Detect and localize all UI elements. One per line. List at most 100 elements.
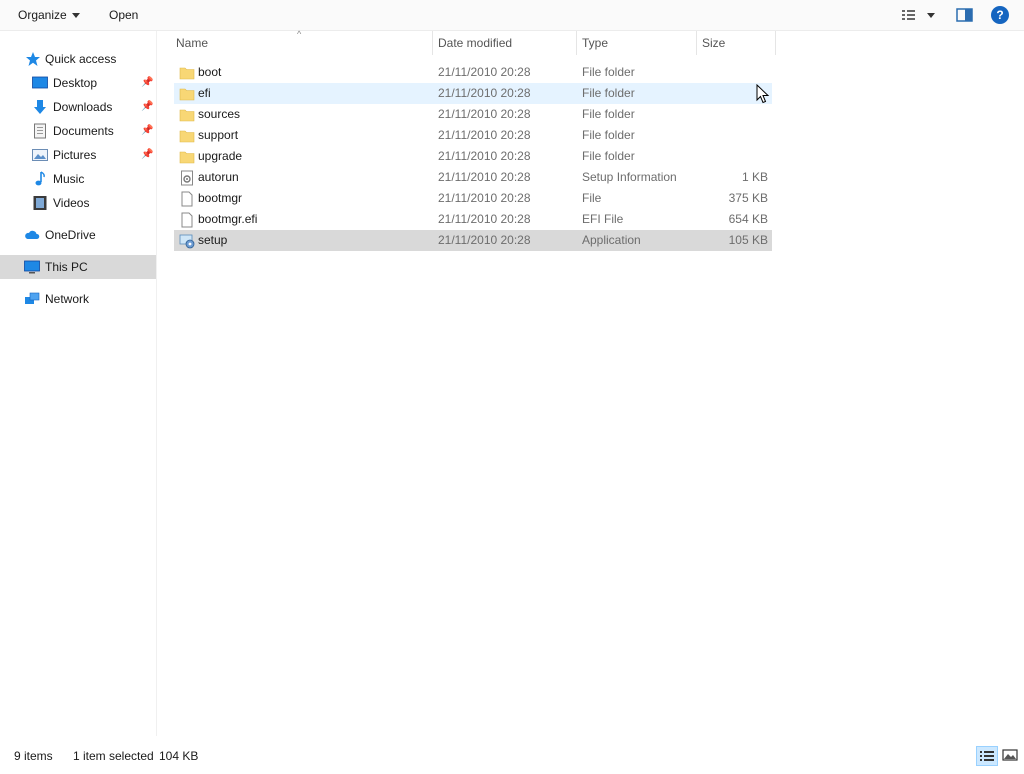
details-view-button[interactable] [976,746,998,766]
file-row[interactable]: efi 21/11/2010 20:28 File folder [174,83,772,104]
file-row[interactable]: upgrade 21/11/2010 20:28 File folder [174,146,772,167]
file-type: File [582,191,602,205]
mouse-cursor-icon [756,84,770,104]
file-date: 21/11/2010 20:28 [438,65,531,79]
nav-item-label: Desktop [53,76,98,90]
details-view-icon [902,10,935,20]
network-icon [25,292,40,304]
organize-button[interactable]: Organize [12,0,86,30]
column-name-label: Name [176,36,209,50]
nav-onedrive-label: OneDrive [45,228,96,242]
file-date: 21/11/2010 20:28 [438,170,531,184]
nav-item-label: Documents [53,124,114,138]
file-date: 21/11/2010 20:28 [438,233,531,247]
file-row[interactable]: bootmgr.efi 21/11/2010 20:28 EFI File 65… [174,209,772,230]
file-row[interactable]: boot 21/11/2010 20:28 File folder [174,62,772,83]
folder-icon [179,67,195,80]
star-icon [26,52,40,66]
file-date: 21/11/2010 20:28 [438,107,531,121]
selection-size: 104 KB [159,749,199,763]
nav-quick-access-label: Quick access [45,52,117,66]
nav-item-label: Videos [53,196,90,210]
music-icon [35,171,45,186]
file-row[interactable]: bootmgr 21/11/2010 20:28 File 375 KB [174,188,772,209]
videos-icon [33,196,47,210]
file-size: 105 KB [728,233,768,247]
file-icon [181,191,193,207]
nav-item-documents[interactable]: Documents 📌 [0,119,156,143]
file-name: bootmgr [198,191,243,205]
help-icon: ? [991,6,1009,24]
file-date: 21/11/2010 20:28 [438,128,531,142]
chevron-down-icon [71,13,80,19]
nav-network-label: Network [45,292,90,306]
change-view-button[interactable] [898,0,940,30]
file-date: 21/11/2010 20:28 [438,191,531,205]
help-button[interactable]: ? [987,0,1013,30]
file-name: efi [198,86,211,100]
nav-this-pc-label: This PC [45,260,88,274]
cloud-icon [25,230,40,239]
pictures-icon [32,149,48,161]
column-divider[interactable] [775,31,776,55]
large-icons-view-button[interactable] [1000,746,1022,766]
nav-item-label: Downloads [53,100,113,114]
file-date: 21/11/2010 20:28 [438,212,531,226]
settings-file-icon [181,170,193,186]
setup-app-icon [179,234,195,249]
folder-icon [179,88,195,101]
file-size: 1 KB [741,170,768,184]
file-name: bootmgr.efi [198,212,258,226]
preview-pane-button[interactable] [953,0,977,30]
folder-icon [179,130,195,143]
file-name: setup [198,233,228,247]
computer-icon [24,260,40,274]
preview-pane-icon [956,8,973,22]
file-type: File folder [582,65,635,79]
file-size: 654 KB [728,212,768,226]
file-row[interactable]: sources 21/11/2010 20:28 File folder [174,104,772,125]
file-type: File folder [582,149,635,163]
nav-onedrive[interactable]: OneDrive [0,223,156,247]
column-name-header[interactable]: Name [170,31,432,55]
file-type: File folder [582,107,635,121]
details-view-icon [980,751,994,761]
documents-icon [34,123,46,139]
nav-item-downloads[interactable]: Downloads 📌 [0,95,156,119]
nav-item-pictures[interactable]: Pictures 📌 [0,143,156,167]
folder-icon [179,109,195,122]
file-row[interactable]: support 21/11/2010 20:28 File folder [174,125,772,146]
file-row[interactable]: setup 21/11/2010 20:28 Application 105 K… [174,230,772,251]
nav-item-music[interactable]: Music [0,167,156,191]
file-row[interactable]: autorun 21/11/2010 20:28 Setup Informati… [174,167,772,188]
column-size-header[interactable]: Size [696,31,776,55]
open-label: Open [109,8,139,22]
pin-icon: 📌 [141,125,154,136]
file-size: 375 KB [728,191,768,205]
file-name: support [198,128,239,142]
nav-item-desktop[interactable]: Desktop 📌 [0,71,156,95]
folder-icon [179,151,195,164]
file-type: Setup Information [582,170,677,184]
file-name: boot [198,65,222,79]
column-date-header[interactable]: Date modified [432,31,576,55]
selection-count: 1 item selected [73,749,154,763]
nav-item-label: Pictures [53,148,97,162]
navigation-pane: Quick access Desktop 📌 Downloads 📌 Docum… [0,31,157,736]
open-button[interactable]: Open [103,0,144,30]
file-icon [181,212,193,228]
large-icons-view-icon [1002,749,1018,761]
column-size-label: Size [702,36,726,50]
file-name: sources [198,107,241,121]
file-type: File folder [582,86,635,100]
file-type: Application [582,233,641,247]
pin-icon: 📌 [141,77,154,88]
file-date: 21/11/2010 20:28 [438,149,531,163]
nav-this-pc[interactable]: This PC [0,255,156,279]
item-count: 9 items [14,749,53,763]
nav-item-videos[interactable]: Videos [0,191,156,215]
column-type-header[interactable]: Type [576,31,696,55]
organize-label: Organize [18,8,67,22]
nav-quick-access[interactable]: Quick access [0,47,156,71]
nav-network[interactable]: Network [0,287,156,311]
